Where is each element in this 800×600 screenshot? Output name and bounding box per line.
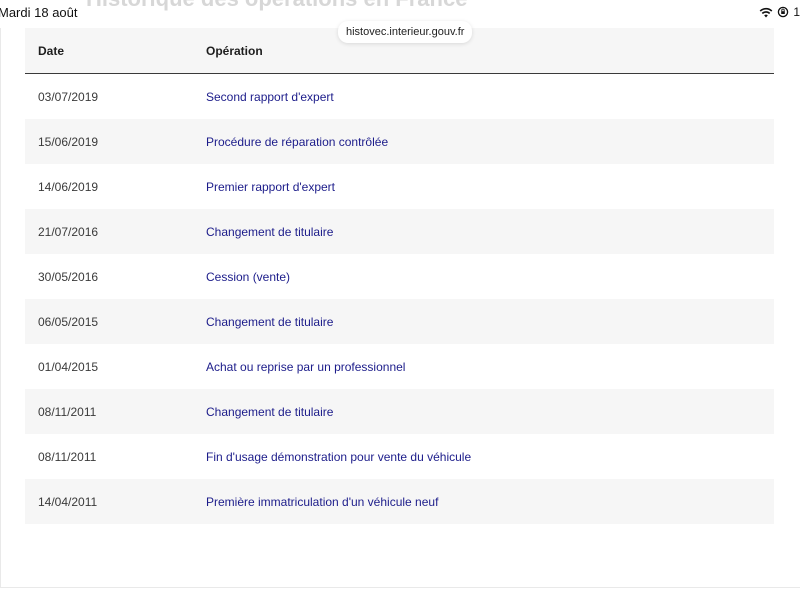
table-row: 08/11/2011 Changement de titulaire	[25, 389, 774, 434]
row-date: 21/07/2016	[25, 209, 206, 254]
row-date: 06/05/2015	[25, 299, 206, 344]
card-border	[0, 28, 1, 588]
wifi-icon	[759, 7, 773, 18]
row-date: 15/06/2019	[25, 119, 206, 164]
operation-link[interactable]: Premier rapport d'expert	[206, 180, 335, 194]
row-date: 14/04/2011	[25, 479, 206, 524]
operation-link[interactable]: Achat ou reprise par un professionnel	[206, 360, 405, 374]
card-border-bottom	[0, 587, 800, 588]
url-bar[interactable]: histovec.interieur.gouv.fr	[338, 21, 473, 43]
lock-rotation-icon	[777, 6, 789, 18]
status-time: Mardi 18 août	[0, 5, 78, 20]
operation-link[interactable]: Changement de titulaire	[206, 225, 333, 239]
operations-table: Date Opération 03/07/2019 Second rapport…	[25, 28, 774, 524]
row-date: 14/06/2019	[38, 179, 99, 194]
battery-percent: 1	[793, 5, 800, 19]
row-date: 08/11/2011	[38, 449, 97, 464]
table-row: 01/04/2015 Achat ou reprise par un profe…	[25, 344, 774, 389]
table-row: 14/04/2011 Première immatriculation d'un…	[25, 479, 774, 524]
table-row: 06/05/2015 Changement de titulaire	[25, 299, 774, 344]
operation-link[interactable]: Cession (vente)	[206, 270, 290, 284]
table-row: 21/07/2016 Changement de titulaire	[25, 209, 774, 254]
table-row: 03/07/2019 Second rapport d'expert	[25, 74, 774, 120]
table-row: 30/05/2016 Cession (vente)	[25, 254, 774, 299]
row-date: 03/07/2019	[38, 89, 99, 104]
column-header-date: Date	[25, 28, 206, 74]
table-row: 15/06/2019 Procédure de réparation contr…	[25, 119, 774, 164]
row-date: 01/04/2015	[38, 359, 99, 374]
status-icons: 1	[759, 5, 800, 19]
row-date: 08/11/2011	[25, 389, 206, 434]
operation-link[interactable]: Procédure de réparation contrôlée	[206, 135, 388, 149]
column-header-operation: Opération	[206, 28, 774, 74]
operation-link[interactable]: Changement de titulaire	[206, 315, 333, 329]
operation-link[interactable]: Changement de titulaire	[206, 405, 333, 419]
operation-link[interactable]: Second rapport d'expert	[206, 90, 334, 104]
row-date: 30/05/2016	[38, 269, 99, 284]
operation-link[interactable]: Première immatriculation d'un véhicule n…	[206, 495, 438, 509]
table-row: 14/06/2019 Premier rapport d'expert	[25, 164, 774, 209]
operation-link[interactable]: Fin d'usage démonstration pour vente du …	[206, 450, 471, 464]
page: Historique des opérations en France Mard…	[0, 0, 800, 600]
table-row: 08/11/2011 Fin d'usage démonstration pou…	[25, 434, 774, 479]
